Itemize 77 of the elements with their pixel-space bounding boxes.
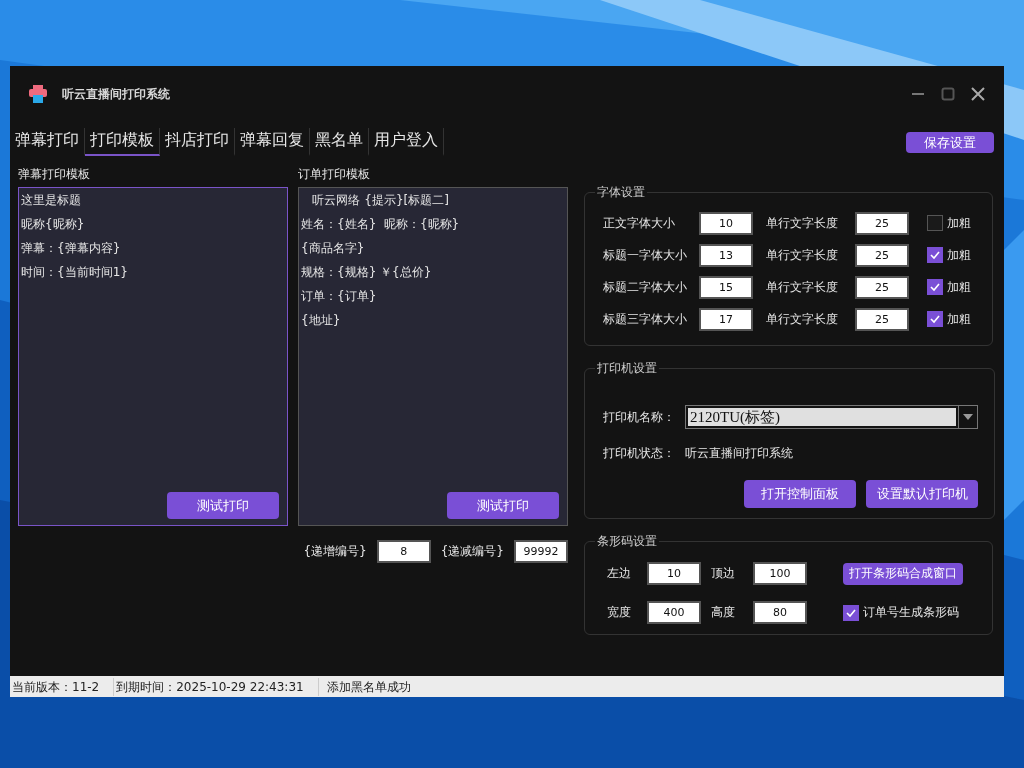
field-label: 单行文字长度	[766, 214, 839, 232]
template-line: 规格：{规格} ￥{总价}	[301, 264, 433, 281]
number-field[interactable]: 17	[699, 307, 753, 331]
field-label: 标题三字体大小	[603, 310, 688, 328]
number-field[interactable]: 8	[376, 540, 431, 563]
test-print-button[interactable]: 测试打印	[167, 492, 279, 519]
field-label: 单行文字长度	[766, 310, 839, 328]
field-label: 左边	[606, 565, 632, 582]
number-field[interactable]: 400	[647, 601, 701, 624]
number-field[interactable]: 10	[699, 211, 753, 235]
template-line: 听云网络 {提示}[标题二]	[311, 192, 450, 209]
field-label: 宽度	[606, 604, 632, 621]
action-button[interactable]: 打开控制面板	[744, 480, 856, 508]
tab[interactable]: 用户登入	[369, 128, 444, 156]
checkbox[interactable]	[927, 247, 943, 263]
group-title: 条形码设置	[596, 533, 658, 550]
tab[interactable]: 打印模板	[85, 128, 160, 156]
template-line: {商品名字}	[301, 240, 366, 257]
field-label: 标题一字体大小	[603, 246, 688, 264]
group-title: 打印机设置	[596, 360, 658, 377]
field-label: 正文字体大小	[603, 214, 676, 232]
field-label: {递增编号}	[303, 543, 367, 560]
number-field[interactable]: 13	[699, 243, 753, 267]
close-icon[interactable]	[970, 86, 986, 102]
template-line: 昵称{昵称}	[21, 216, 86, 233]
tab[interactable]: 黑名单	[310, 128, 369, 156]
printer-icon	[28, 84, 48, 104]
field-label: {递减编号}	[440, 543, 504, 560]
number-field[interactable]: 15	[699, 275, 753, 299]
number-field[interactable]: 100	[753, 562, 807, 585]
tab[interactable]: 弹幕打印	[10, 128, 85, 156]
tab[interactable]: 抖店打印	[160, 128, 235, 156]
template-line: 订单：{订单}	[301, 288, 378, 305]
maximize-icon[interactable]	[940, 86, 956, 102]
checkbox-label: 加粗	[947, 214, 971, 232]
status-text: 到期时间：2025-10-29 22:43:31	[114, 677, 319, 696]
number-field[interactable]: 25	[855, 307, 909, 331]
field-label: 单行文字长度	[766, 278, 839, 296]
checkbox[interactable]	[843, 604, 859, 621]
checkbox[interactable]	[927, 311, 943, 327]
template-line: 弹幕：{弹幕内容}	[21, 240, 122, 257]
template-line: 这里是标题	[21, 192, 82, 209]
barcode-window-button[interactable]: 打开条形码合成窗口	[843, 562, 963, 585]
panel-title: 弹幕打印模板	[18, 166, 90, 183]
template-line: 时间：{当前时间1}	[21, 264, 129, 281]
checkbox-label: 订单号生成条形码	[863, 604, 959, 621]
save-button[interactable]: 保存设置	[906, 132, 994, 153]
template-line: {地址}	[301, 312, 342, 329]
checkbox-label: 加粗	[947, 278, 971, 296]
caret-icon	[963, 414, 973, 420]
group-title: 字体设置	[596, 184, 646, 201]
number-field[interactable]: 25	[855, 275, 909, 299]
status-text: 听云直播间打印系统	[685, 445, 793, 462]
test-print-button[interactable]: 测试打印	[447, 492, 559, 519]
status-text: 添加黑名单成功	[325, 678, 412, 696]
number-field[interactable]: 80	[753, 601, 807, 624]
checkbox-label: 加粗	[947, 310, 971, 328]
number-field[interactable]: 25	[855, 211, 909, 235]
tab[interactable]: 弹幕回复	[235, 128, 310, 156]
checkbox[interactable]	[927, 215, 943, 231]
field-label: 打印机状态：	[603, 445, 675, 462]
field-label: 单行文字长度	[766, 246, 839, 264]
template-line: 姓名：{姓名} 昵称：{昵称}	[301, 216, 461, 233]
field-label: 打印机名称：	[603, 408, 675, 426]
status-text: 当前版本：11-2	[10, 677, 115, 696]
window-title: 听云直播间打印系统	[62, 85, 171, 103]
field-label: 高度	[711, 604, 736, 621]
number-field[interactable]: 99992	[514, 540, 568, 563]
number-field[interactable]: 10	[647, 562, 701, 585]
printer-dropdown[interactable]: 2120TU(标签)	[685, 405, 978, 429]
number-field[interactable]: 25	[855, 243, 909, 267]
field-label: 标题二字体大小	[603, 278, 688, 296]
action-button[interactable]: 设置默认打印机	[866, 480, 978, 508]
field-label: 顶边	[711, 565, 736, 582]
checkbox-label: 加粗	[947, 246, 971, 264]
checkbox[interactable]	[927, 279, 943, 295]
panel-title: 订单打印模板	[298, 166, 370, 183]
